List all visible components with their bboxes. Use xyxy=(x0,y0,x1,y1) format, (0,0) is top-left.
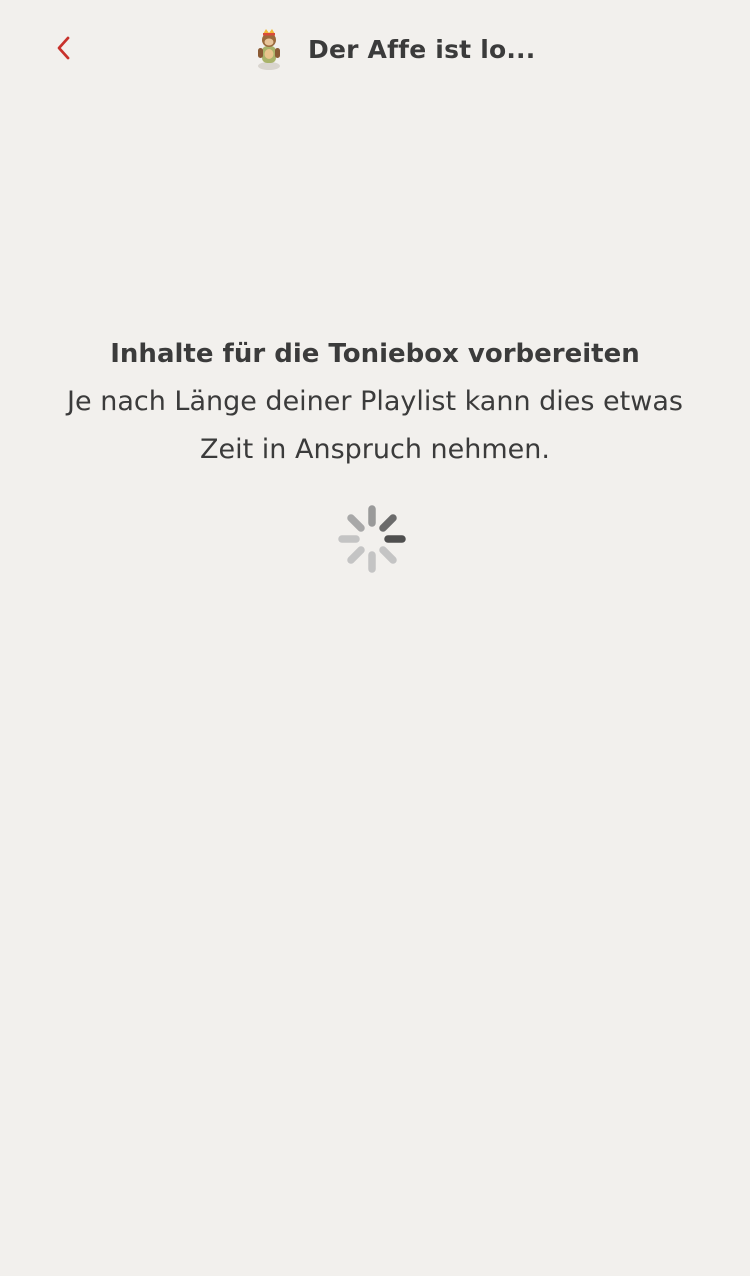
tonie-figure-icon xyxy=(250,25,288,73)
loading-subtext: Je nach Länge deiner Playlist kann dies … xyxy=(67,386,683,465)
loading-spinner-icon xyxy=(338,505,406,573)
loading-message: Inhalte für die Toniebox vorbereiten Je … xyxy=(0,330,750,474)
header-bar: Der Affe ist lo... xyxy=(0,0,750,100)
back-button[interactable] xyxy=(44,28,84,68)
chevron-left-icon xyxy=(57,36,70,60)
loading-headline: Inhalte für die Toniebox vorbereiten xyxy=(110,339,640,369)
page-title: Der Affe ist lo... xyxy=(308,34,536,64)
title-group: Der Affe ist lo... xyxy=(250,24,535,74)
